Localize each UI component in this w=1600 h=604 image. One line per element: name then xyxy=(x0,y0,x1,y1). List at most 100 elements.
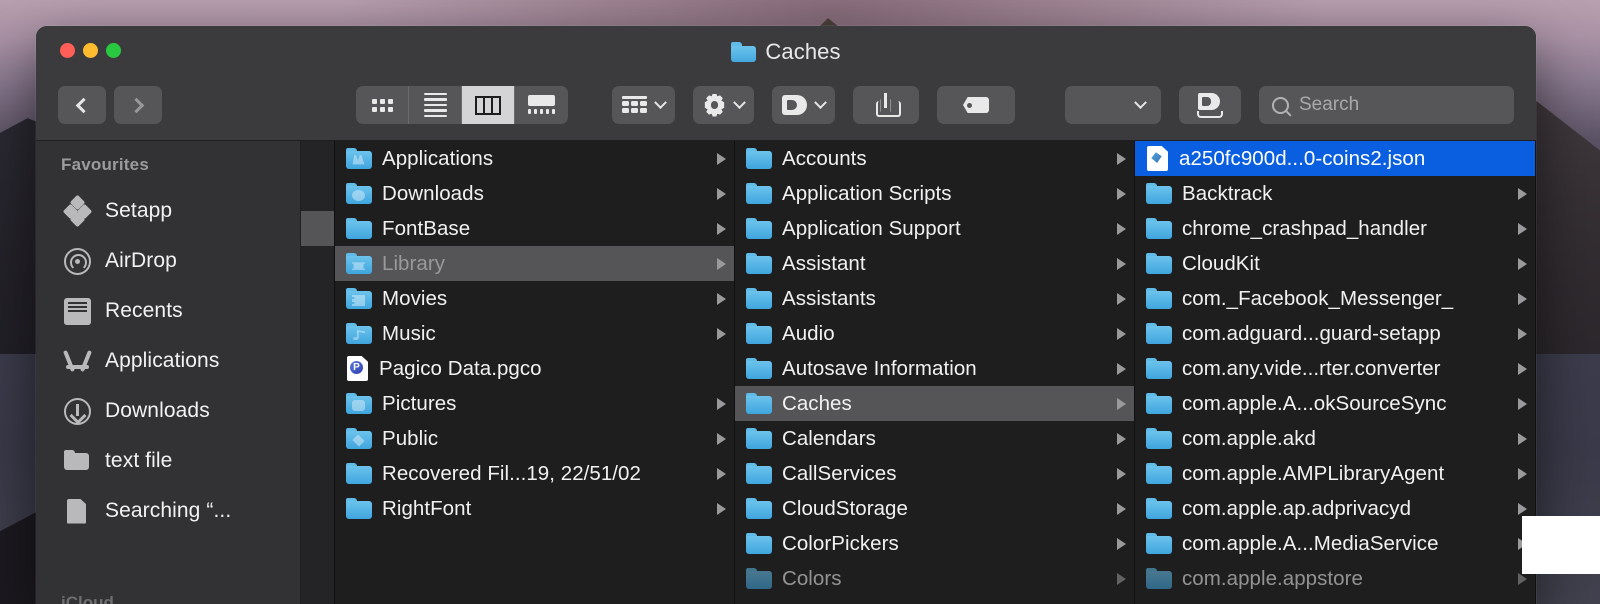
table-row[interactable]: com.apple.AMPLibraryAgent xyxy=(1135,456,1535,491)
table-row[interactable]: CloudStorage xyxy=(735,491,1134,526)
table-row[interactable]: Recovered Fil...19, 22/51/02 xyxy=(335,456,734,491)
disclosure-arrow-icon[interactable] xyxy=(1117,187,1126,200)
table-row[interactable]: com.apple.A...MediaService xyxy=(1135,526,1535,561)
column-view-button[interactable] xyxy=(462,86,515,124)
table-row[interactable]: Movies xyxy=(335,281,734,316)
sidebar-item-text-file[interactable]: text file xyxy=(36,436,300,486)
tags-button[interactable] xyxy=(937,86,1015,124)
table-row[interactable]: Backtrack xyxy=(1135,176,1535,211)
forward-button[interactable] xyxy=(114,86,162,124)
table-row[interactable]: Pictures xyxy=(335,386,734,421)
table-row[interactable]: Pagico Data.pgco xyxy=(335,351,734,386)
table-row[interactable]: com.apple.A...okSourceSync xyxy=(1135,386,1535,421)
disclosure-arrow-icon[interactable] xyxy=(1117,502,1126,515)
disclosure-arrow-icon[interactable] xyxy=(1117,432,1126,445)
table-row[interactable]: CallServices xyxy=(735,456,1134,491)
column-previous-stub[interactable] xyxy=(301,141,335,604)
gallery-view-button[interactable] xyxy=(515,86,568,124)
table-row[interactable]: Applications xyxy=(335,141,734,176)
table-row[interactable]: RightFont xyxy=(335,491,734,526)
sidebar-item-recents[interactable]: Recents xyxy=(36,286,300,336)
table-row[interactable]: Assistant xyxy=(735,246,1134,281)
sidebar-item-setapp[interactable]: Setapp xyxy=(36,186,300,236)
disclosure-arrow-icon[interactable] xyxy=(717,502,726,515)
table-row[interactable]: Downloads xyxy=(335,176,734,211)
table-row[interactable]: Public xyxy=(335,421,734,456)
group-by-button[interactable] xyxy=(612,86,675,124)
table-row-selected-library[interactable]: Library xyxy=(335,246,734,281)
column-library[interactable]: Accounts Application Scripts Application… xyxy=(735,141,1135,604)
table-row[interactable]: com.apple.akd xyxy=(1135,421,1535,456)
disclosure-arrow-icon[interactable] xyxy=(1117,257,1126,270)
disclosure-arrow-icon[interactable] xyxy=(717,152,726,165)
disclosure-arrow-icon[interactable] xyxy=(1117,572,1126,585)
dropbox-button[interactable] xyxy=(1179,86,1241,124)
table-row[interactable]: Audio xyxy=(735,316,1134,351)
disclosure-arrow-icon[interactable] xyxy=(1518,222,1527,235)
table-row-selected-caches[interactable]: Caches xyxy=(735,386,1134,421)
table-row[interactable]: Assistants xyxy=(735,281,1134,316)
table-row-selected-json[interactable]: a250fc900d...0-coins2.json xyxy=(1135,141,1535,176)
table-row[interactable]: com.apple.ap.adprivacyd xyxy=(1135,491,1535,526)
column-caches[interactable]: a250fc900d...0-coins2.json Backtrack chr… xyxy=(1135,141,1536,604)
disclosure-arrow-icon[interactable] xyxy=(1518,327,1527,340)
disclosure-arrow-icon[interactable] xyxy=(1518,502,1527,515)
disclosure-arrow-icon[interactable] xyxy=(717,222,726,235)
disclosure-arrow-icon[interactable] xyxy=(717,257,726,270)
quick-actions-button[interactable] xyxy=(772,86,835,124)
disclosure-arrow-icon[interactable] xyxy=(1117,152,1126,165)
disclosure-arrow-icon[interactable] xyxy=(1518,292,1527,305)
column-home[interactable]: Applications Downloads FontBase Library … xyxy=(335,141,735,604)
disclosure-arrow-icon[interactable] xyxy=(717,397,726,410)
table-row[interactable]: com.any.vide...rter.converter xyxy=(1135,351,1535,386)
disclosure-arrow-icon[interactable] xyxy=(1117,362,1126,375)
sidebar-item-searching[interactable]: Searching “... xyxy=(36,486,300,536)
disclosure-arrow-icon[interactable] xyxy=(717,292,726,305)
disclosure-arrow-icon[interactable] xyxy=(1518,397,1527,410)
table-row[interactable]: Colors xyxy=(735,561,1134,596)
action-menu-button[interactable] xyxy=(693,86,754,124)
table-row[interactable]: FontBase xyxy=(335,211,734,246)
table-row[interactable]: com.adguard...guard-setapp xyxy=(1135,316,1535,351)
disclosure-arrow-icon[interactable] xyxy=(717,432,726,445)
sidebar-item-downloads[interactable]: Downloads xyxy=(36,386,300,436)
table-row[interactable]: chrome_crashpad_handler xyxy=(1135,211,1535,246)
table-row[interactable]: Application Scripts xyxy=(735,176,1134,211)
disclosure-arrow-icon[interactable] xyxy=(1117,537,1126,550)
table-row[interactable]: com.apple.appstore xyxy=(1135,561,1535,596)
search-field[interactable]: Search xyxy=(1259,86,1514,124)
disclosure-arrow-icon[interactable] xyxy=(1117,467,1126,480)
table-row[interactable]: CloudKit xyxy=(1135,246,1535,281)
disclosure-arrow-icon[interactable] xyxy=(1518,467,1527,480)
titlebar[interactable]: Caches xyxy=(36,26,1536,78)
disclosure-arrow-icon[interactable] xyxy=(1117,397,1126,410)
disclosure-arrow-icon[interactable] xyxy=(717,187,726,200)
table-row[interactable]: Application Support xyxy=(735,211,1134,246)
disclosure-arrow-icon[interactable] xyxy=(1117,327,1126,340)
disclosure-arrow-icon[interactable] xyxy=(1518,257,1527,270)
table-row[interactable]: Calendars xyxy=(735,421,1134,456)
disclosure-arrow-icon[interactable] xyxy=(1518,432,1527,445)
disclosure-arrow-icon[interactable] xyxy=(1117,222,1126,235)
list-view-button[interactable] xyxy=(409,86,462,124)
icon-view-button[interactable] xyxy=(356,86,409,124)
back-button[interactable] xyxy=(58,86,106,124)
sidebar-item-airdrop[interactable]: AirDrop xyxy=(36,236,300,286)
disclosure-arrow-icon[interactable] xyxy=(717,327,726,340)
table-row[interactable]: Music xyxy=(335,316,734,351)
sidebar-item-applications[interactable]: Applications xyxy=(36,336,300,386)
disclosure-arrow-icon[interactable] xyxy=(1518,187,1527,200)
disclosure-arrow-icon[interactable] xyxy=(717,467,726,480)
disclosure-arrow-icon[interactable] xyxy=(1117,292,1126,305)
table-row[interactable]: Accounts xyxy=(735,141,1134,176)
table-row[interactable]: Autosave Information xyxy=(735,351,1134,386)
table-row[interactable]: com._Facebook_Messenger_ xyxy=(1135,281,1535,316)
more-toolbar-button[interactable] xyxy=(1065,86,1161,124)
disclosure-arrow-icon[interactable] xyxy=(1518,362,1527,375)
close-button[interactable] xyxy=(60,43,75,58)
maximize-button[interactable] xyxy=(106,43,121,58)
share-button[interactable] xyxy=(853,86,919,124)
minimize-button[interactable] xyxy=(83,43,98,58)
table-row[interactable]: ColorPickers xyxy=(735,526,1134,561)
disclosure-arrow-icon[interactable] xyxy=(1518,572,1527,585)
